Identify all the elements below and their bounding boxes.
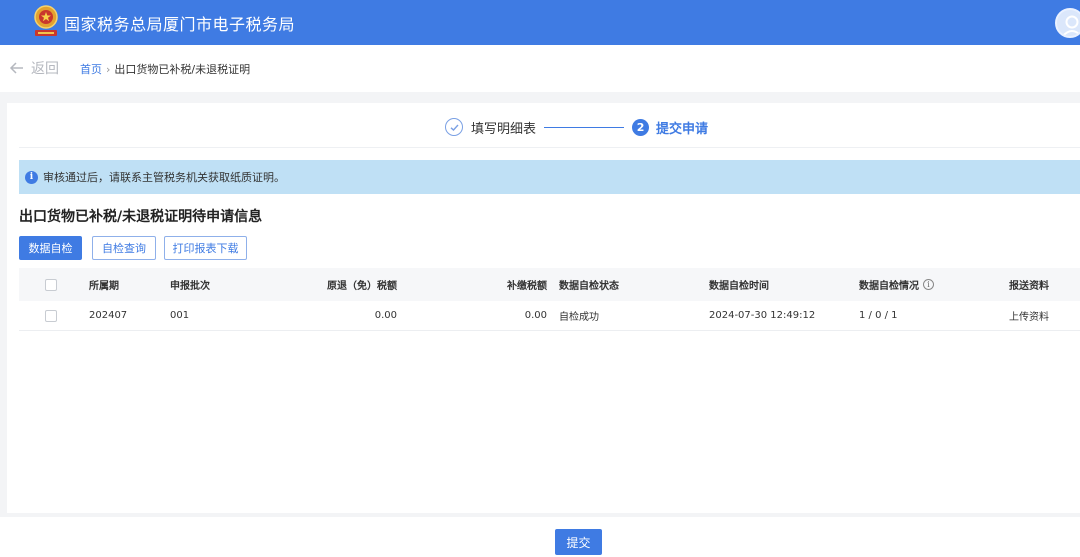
breadcrumb-home-link[interactable]: 首页 [80,61,102,77]
check-icon [445,118,463,136]
info-icon: i [25,170,38,184]
section-title: 出口货物已补税/未退税证明待申请信息 [19,209,263,225]
main-panel: 填写明细表 2 提交申请 i 审核通过后，请联系主管税务机关获取纸质证明。 出口… [7,103,1080,513]
step-fill-details: 填写明细表 [471,121,537,137]
column-header-supplementary-tax: 补缴税额 [507,281,547,292]
print-report-download-button[interactable]: 打印报表下载 [164,236,247,260]
column-header-materials: 报送资料 [1009,281,1049,292]
cell-supplementary-tax: 0.00 [524,310,547,321]
breadcrumb: 首页 › 出口货物已补税/未退税证明 [80,61,250,77]
column-header-batch: 申报批次 [170,281,210,292]
step-connector [544,126,625,128]
self-check-button[interactable]: 数据自检 [19,236,82,260]
breadcrumb-separator: › [106,62,111,76]
submit-button[interactable]: 提交 [555,529,602,555]
footer-bar: 提交 [0,517,1080,557]
step-number-badge: 2 [632,118,650,136]
divider [19,147,1080,148]
column-header-check-result-label: 数据自检情况 [859,281,919,292]
upload-materials-link[interactable]: 上传资料 [1009,301,1049,330]
column-header-check-result: 数据自检情况 i [859,268,934,301]
top-header: 国家税务总局厦门市电子税务局 [0,0,1080,45]
row-checkbox[interactable] [45,309,57,322]
self-check-query-button[interactable]: 自检查询 [92,236,156,260]
row-select-cell[interactable] [45,301,57,330]
table-header: 所属期 申报批次 原退（免）税额 补缴税额 数据自检状态 数据自检时间 数据自检… [19,268,1080,301]
select-all-cell[interactable] [45,268,57,301]
help-icon[interactable]: i [923,279,934,290]
tax-bureau-emblem-icon [30,4,62,40]
info-alert: i 审核通过后，请联系主管税务机关获取纸质证明。 [19,160,1080,194]
breadcrumb-bar: 返回 首页 › 出口货物已补税/未退税证明 [0,45,1080,92]
cell-check-time: 2024-07-30 12:49:12 [709,310,816,321]
column-header-check-time: 数据自检时间 [709,281,769,292]
cell-batch: 001 [170,310,190,321]
column-header-period: 所属期 [89,281,119,292]
breadcrumb-current: 出口货物已补税/未退税证明 [114,63,251,76]
progress-steps: 填写明细表 2 提交申请 [445,115,708,139]
column-header-original-refund: 原退（免）税额 [327,281,397,292]
arrow-left-icon [9,62,23,74]
back-button[interactable]: 返回 [9,58,59,78]
select-all-checkbox[interactable] [45,278,57,291]
cell-period: 202407 [89,310,128,321]
user-avatar-icon[interactable] [1055,8,1080,38]
site-title: 国家税务总局厦门市电子税务局 [64,15,296,34]
cell-check-status: 自检成功 [559,312,599,323]
info-message: 审核通过后，请联系主管税务机关获取纸质证明。 [43,171,285,184]
table-row: 202407 001 0.00 0.00 自检成功 2024-07-30 12:… [19,301,1080,331]
column-header-check-status: 数据自检状态 [559,281,619,292]
step-submit-application: 提交申请 [656,121,709,137]
cell-original-refund: 0.00 [374,310,397,321]
cell-check-result-link[interactable]: 1 / 0 / 1 [859,301,898,330]
back-label: 返回 [31,61,59,77]
